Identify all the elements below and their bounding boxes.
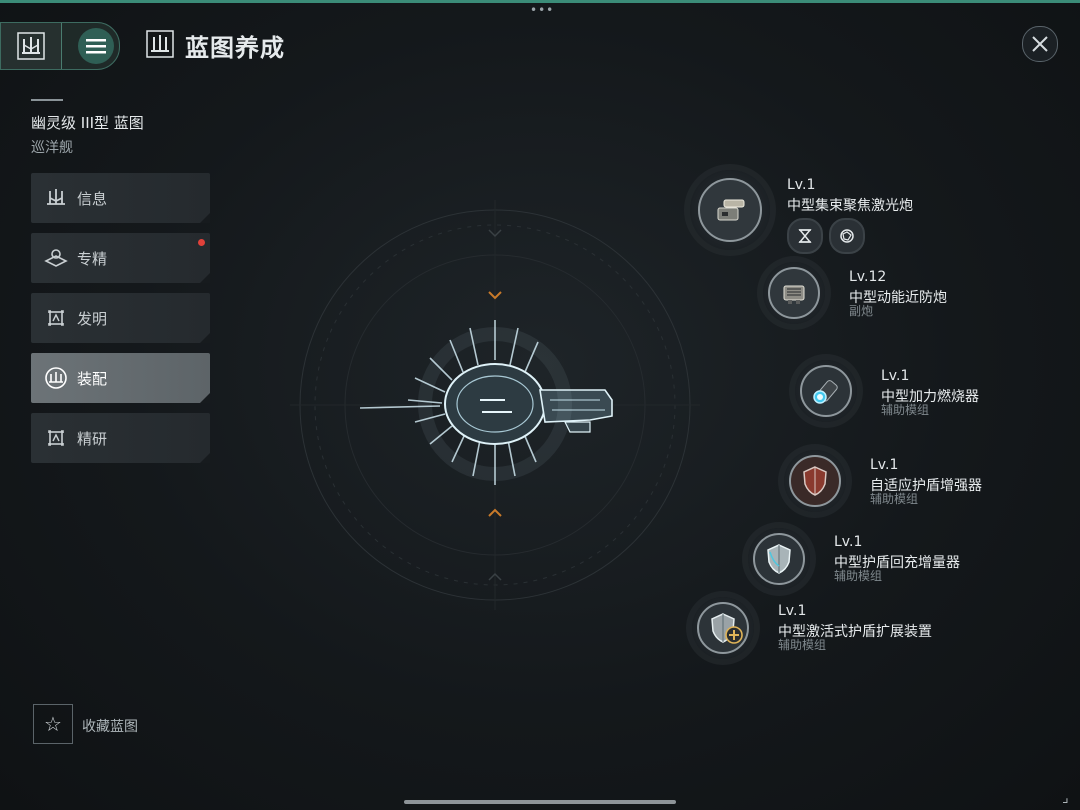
equipment-slot-adaptive-shield[interactable]: [784, 450, 846, 512]
menu-button[interactable]: [78, 28, 114, 64]
corner-swipe-icon: ⌟: [1062, 790, 1069, 806]
equipment-slot-shield-recharge[interactable]: [748, 528, 810, 590]
specialization-icon: [43, 245, 69, 271]
nav-item-research[interactable]: 精研: [31, 413, 210, 463]
equipment-slot-laser-cannon[interactable]: [690, 170, 770, 250]
title-divider: [31, 99, 63, 101]
nav-item-label: 信息: [77, 189, 108, 208]
close-button[interactable]: [1022, 26, 1058, 62]
laser-cannon-icon: [717, 199, 745, 221]
point-defense-icon: [783, 285, 805, 304]
top-handle-dots[interactable]: •••: [530, 4, 554, 16]
add-icon: [725, 626, 743, 644]
equipment-type: 辅助模组: [881, 403, 930, 417]
equipment-level: Lv.1: [778, 603, 807, 619]
sphere-icon[interactable]: [829, 218, 865, 254]
close-icon: [1032, 36, 1048, 52]
nav-item-label: 装配: [77, 369, 108, 388]
equipment-type: 副炮: [849, 304, 874, 318]
ship-display[interactable]: [290, 200, 700, 610]
shield-red-icon: [803, 466, 827, 496]
equipment-level: Lv.1: [834, 534, 863, 550]
page-title: 蓝图养成: [185, 34, 285, 62]
nav-item-specialization[interactable]: 专精: [31, 233, 210, 283]
equipment-slot-shield-extender[interactable]: [692, 597, 754, 659]
equipment-level: Lv.1: [870, 457, 899, 473]
nav-item-assembly[interactable]: 装配: [31, 353, 210, 403]
nav-item-label: 专精: [77, 249, 108, 268]
equipment-level: Lv.12: [849, 269, 887, 285]
equipment-slot-point-defense[interactable]: [763, 262, 825, 324]
home-button[interactable]: [1, 23, 62, 69]
hourglass-icon[interactable]: [787, 218, 823, 254]
equipment-level: Lv.1: [787, 177, 816, 193]
equipment-slot-afterburner[interactable]: [795, 360, 857, 422]
ship-class: 巡洋舰: [31, 140, 73, 156]
ship-silhouette-icon: [43, 185, 69, 211]
equipment-type: 辅助模组: [870, 492, 919, 506]
blueprint-title-icon: [146, 30, 174, 58]
nav-item-label: 发明: [77, 309, 108, 328]
equipment-type: 辅助模组: [834, 569, 883, 583]
favorite-button[interactable]: ☆: [33, 704, 73, 744]
shield-silver-icon: [767, 544, 791, 574]
nav-item-invention[interactable]: 发明: [31, 293, 210, 343]
ship-name: 幽灵级 III型 蓝图: [31, 114, 144, 132]
assembly-icon: [43, 365, 69, 391]
equipment-name: 中型集束聚焦激光炮: [787, 198, 913, 214]
nav-item-info[interactable]: 信息: [31, 173, 210, 223]
home-indicator-bar[interactable]: [404, 800, 676, 804]
nav-item-label: 精研: [77, 429, 108, 448]
ship-home-icon: [17, 32, 45, 60]
research-icon: [43, 425, 69, 451]
favorite-label[interactable]: 收藏蓝图: [82, 716, 138, 736]
hamburger-icon: [86, 39, 106, 54]
equipment-level: Lv.1: [881, 368, 910, 384]
invention-icon: [43, 305, 69, 331]
star-icon: ☆: [44, 712, 62, 736]
equipment-type: 辅助模组: [778, 638, 827, 652]
home-menu-group: [0, 22, 120, 70]
notification-badge: [198, 239, 205, 246]
afterburner-icon: [813, 380, 838, 404]
